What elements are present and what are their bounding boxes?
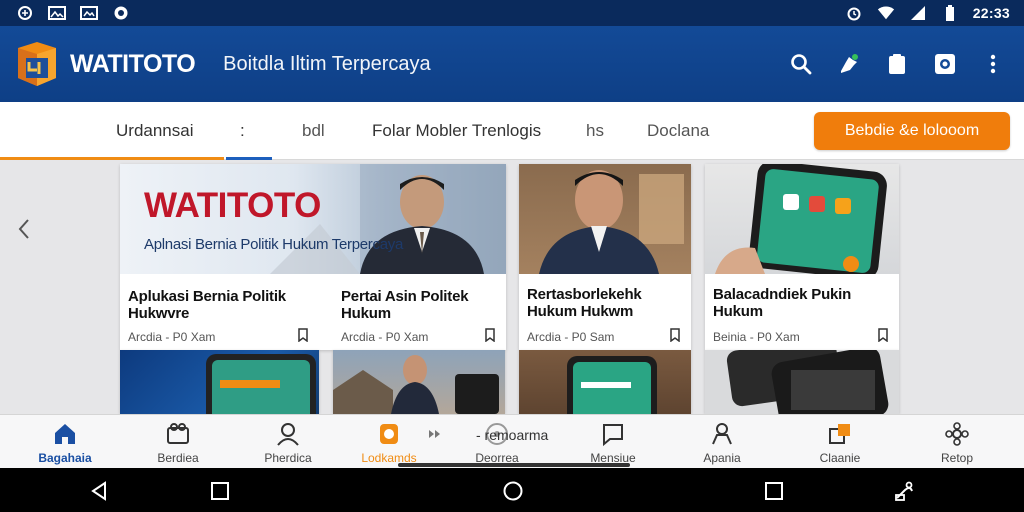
card-caption-secondary: Pertai Asin Politek Hukum Arcdia - P0 Xa… bbox=[333, 274, 506, 350]
news-card[interactable]: Balacadndiek Pukin Hukum Beinia - P0 Xam bbox=[705, 164, 899, 350]
tab-separator: : bbox=[240, 121, 245, 140]
bookmark-icon[interactable] bbox=[484, 328, 496, 342]
nav-label: Pherdica bbox=[264, 451, 312, 465]
nav-item-account[interactable]: Apania bbox=[677, 421, 767, 465]
nav-overlay-label: - remoarma bbox=[428, 427, 548, 443]
nav-label: Claanie bbox=[819, 451, 861, 465]
news-icon bbox=[167, 423, 189, 444]
notification-icon[interactable] bbox=[836, 51, 862, 77]
tab-bdl[interactable]: bdl bbox=[302, 121, 325, 141]
download-button[interactable]: Bebdie &e lolooom bbox=[814, 112, 1010, 150]
nav-item-profile[interactable]: Pherdica bbox=[243, 421, 333, 465]
alarm-icon bbox=[845, 5, 863, 21]
gallery-icon bbox=[80, 5, 98, 21]
news-card-thumbnail[interactable] bbox=[120, 350, 319, 414]
app-screen: 22:33 WATITOTO Boitdla Iltim Terpercaya bbox=[0, 0, 1024, 512]
back-icon[interactable] bbox=[88, 480, 110, 502]
news-card-thumbnail[interactable] bbox=[519, 350, 691, 414]
card-hero-image: WATITOTO Aplnasi Bernia Politik Hukum Te… bbox=[120, 164, 506, 274]
hero-subtitle: Aplnasi Bernia Politik Hukum Terpercaya bbox=[144, 236, 403, 253]
card-meta: Arcdia - P0 Xam bbox=[128, 330, 216, 344]
card-meta: Beinia - P0 Xam bbox=[713, 330, 800, 344]
card-title: Balacadndiek Pukin Hukum bbox=[713, 286, 852, 320]
status-time: 22:33 bbox=[972, 5, 1010, 21]
battery-icon bbox=[941, 5, 959, 21]
settings-icon bbox=[945, 422, 969, 446]
bookmark-app-icon bbox=[380, 424, 398, 444]
hero-brand: WATITOTO bbox=[144, 186, 321, 225]
news-card[interactable]: WATITOTO Aplnasi Bernia Politik Hukum Te… bbox=[120, 164, 506, 350]
card-title: Pertai Asin Politek Hukum bbox=[341, 288, 469, 322]
status-bar: 22:33 bbox=[0, 0, 1024, 26]
image-icon bbox=[48, 5, 66, 21]
home-icon bbox=[55, 424, 75, 444]
card-title: Aplukasi Bernia Politik Hukwvre bbox=[128, 288, 286, 322]
card-image bbox=[705, 164, 899, 274]
circle-icon bbox=[112, 5, 130, 21]
search-icon[interactable] bbox=[788, 51, 814, 77]
nav-item-news[interactable]: Berdiea bbox=[133, 421, 223, 465]
brand-name: WATITOTO bbox=[70, 49, 196, 78]
app-bar: WATITOTO Boitdla Iltim Terpercaya bbox=[0, 26, 1024, 102]
tab-mobile-technology[interactable]: Folar Mobler Trenlogis bbox=[372, 121, 541, 141]
nav-label: Apania bbox=[703, 451, 741, 465]
system-navigation-bar bbox=[0, 468, 1024, 512]
nav-item-bookmarks[interactable]: Lodkamds bbox=[344, 421, 434, 465]
nav-item-messages[interactable]: Mensiue bbox=[568, 421, 658, 465]
person-icon bbox=[712, 423, 732, 445]
news-card-thumbnail[interactable] bbox=[333, 350, 505, 414]
fast-forward-icon bbox=[428, 427, 442, 443]
news-card-thumbnail[interactable] bbox=[705, 350, 899, 414]
card-title: Rertasborlekehk Hukum Hukwm bbox=[527, 286, 642, 320]
nav-label: Berdiea bbox=[157, 451, 199, 465]
bookmark-icon[interactable] bbox=[669, 328, 681, 342]
app-logo bbox=[18, 42, 56, 86]
rotate-icon[interactable] bbox=[893, 480, 915, 502]
more-icon[interactable] bbox=[980, 51, 1006, 77]
bottom-navigation: Bagahaia Berdiea Pherdica Lodkamds Deorr… bbox=[0, 414, 1024, 468]
scroll-indicator bbox=[398, 463, 630, 467]
bookmark-icon[interactable] bbox=[877, 328, 889, 342]
news-card[interactable]: Rertasborlekehk Hukum Hukwm Arcdia - P0 … bbox=[519, 164, 691, 350]
signal-icon bbox=[909, 5, 927, 21]
nav-item-home[interactable]: Bagahaia bbox=[20, 421, 110, 465]
sync-icon bbox=[16, 5, 34, 21]
bookmark-icon[interactable] bbox=[297, 328, 309, 342]
news-feed: WATITOTO Aplnasi Bernia Politik Hukum Te… bbox=[0, 160, 1024, 414]
nav-item-settings[interactable]: Retop bbox=[912, 421, 1002, 465]
recents-square-icon[interactable] bbox=[209, 480, 231, 502]
category-tabs: Urdannsai : bdl Folar Mobler Trenlogis h… bbox=[0, 102, 1024, 160]
chat-icon bbox=[603, 424, 623, 447]
share-icon bbox=[829, 424, 850, 444]
wifi-icon bbox=[877, 5, 895, 21]
clipboard-icon[interactable] bbox=[884, 51, 910, 77]
nav-middle-text: - remoarma bbox=[476, 427, 549, 443]
chevron-left-icon[interactable] bbox=[14, 214, 34, 244]
card-image bbox=[519, 164, 691, 274]
profile-icon bbox=[277, 423, 299, 446]
camera-icon[interactable] bbox=[932, 51, 958, 77]
nav-label: Retop bbox=[940, 451, 974, 465]
card-meta: Arcdia - P0 Xam bbox=[341, 330, 429, 344]
home-circle-icon[interactable] bbox=[502, 480, 524, 502]
brand-tagline: Boitdla Iltim Terpercaya bbox=[223, 52, 431, 75]
card-caption: Aplukasi Bernia Politik Hukwvre Arcdia -… bbox=[120, 274, 319, 350]
card-meta: Arcdia - P0 Sam bbox=[527, 330, 615, 344]
tab-hs[interactable]: hs bbox=[586, 121, 604, 141]
overview-square-icon[interactable] bbox=[763, 480, 785, 502]
tab-doclana[interactable]: Doclana bbox=[647, 121, 709, 141]
nav-label: Bagahaia bbox=[38, 451, 92, 465]
nav-item-share[interactable]: Claanie bbox=[795, 421, 885, 465]
tab-home[interactable]: Urdannsai bbox=[116, 121, 194, 141]
